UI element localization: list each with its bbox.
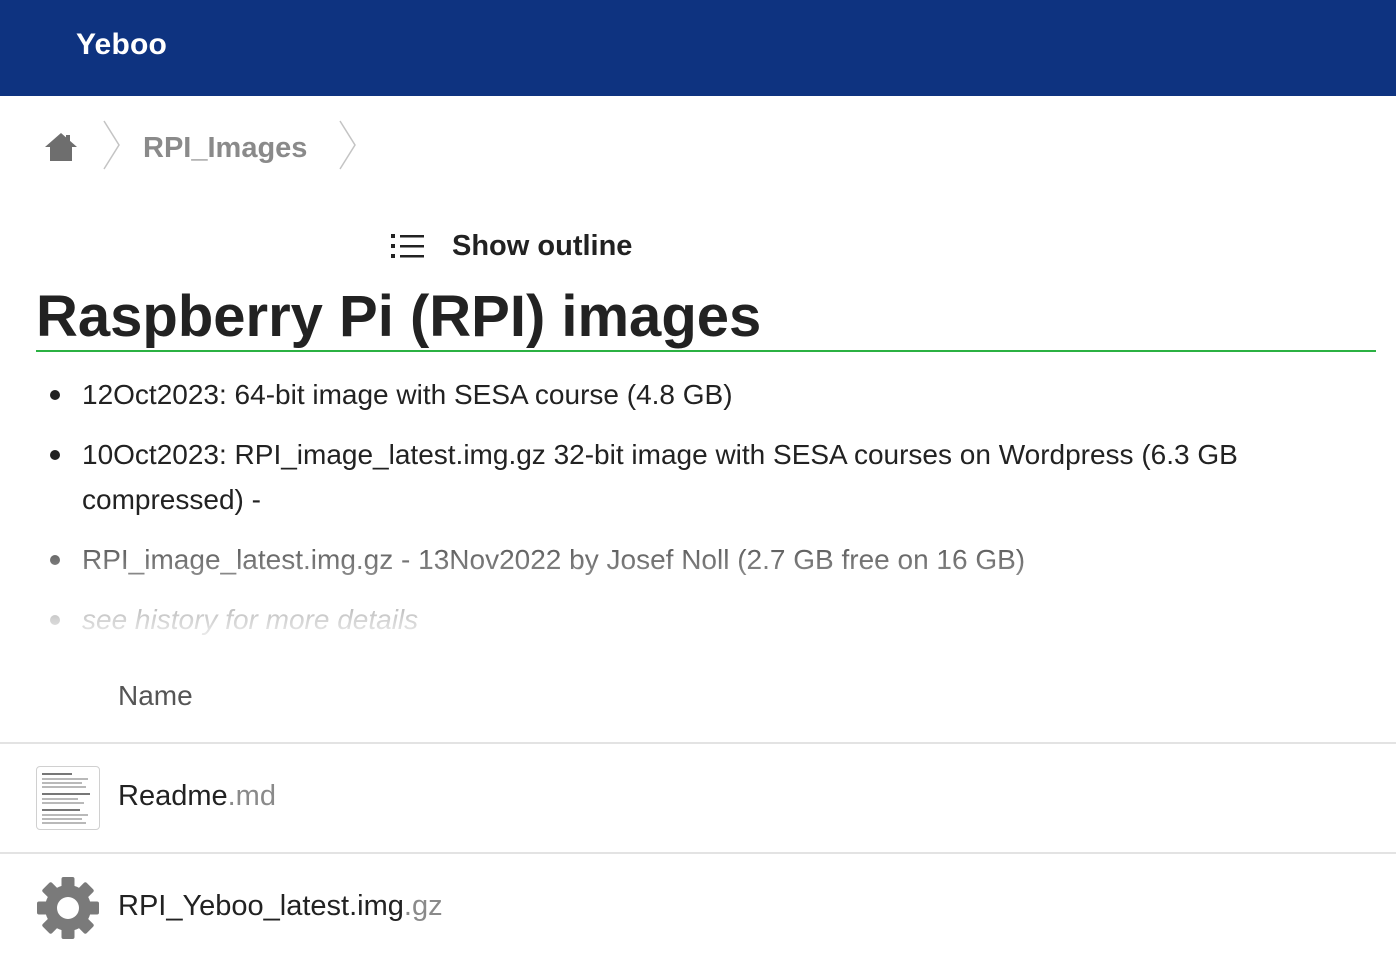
document-thumbnail <box>36 766 100 830</box>
brand-logo-link[interactable]: Yeboo <box>76 28 167 62</box>
file-base-name: Readme <box>118 780 228 812</box>
file-base-name: RPI_Yeboo_latest.img <box>118 890 404 922</box>
file-extension: .md <box>227 780 276 812</box>
list-icon <box>391 234 424 258</box>
list-item: 12Oct2023: 64-bit image with SESA course… <box>0 372 1396 417</box>
chevron-right-icon <box>103 120 120 170</box>
top-bar: Yeboo <box>0 0 1396 96</box>
file-list-header: Name <box>0 660 1396 744</box>
file-name: RPI_Yeboo_latest.img.gz <box>118 890 443 923</box>
list-item: see history for more details <box>0 597 1396 642</box>
readme-title: Raspberry Pi (RPI) images <box>36 284 1376 352</box>
gear-icon <box>37 877 99 939</box>
table-row[interactable]: Readme.md <box>0 744 1396 854</box>
chevron-right-icon <box>339 120 356 170</box>
readme-list: 12Oct2023: 64-bit image with SESA course… <box>0 372 1396 644</box>
breadcrumb: RPI_Images <box>0 96 1396 206</box>
home-icon[interactable] <box>44 132 78 162</box>
show-outline-label: Show outline <box>452 229 633 262</box>
list-item: RPI_image_latest.img.gz - 13Nov2022 by J… <box>0 537 1396 582</box>
file-name: Readme.md <box>118 780 276 813</box>
column-header-name[interactable]: Name <box>118 680 193 712</box>
show-outline-button[interactable]: Show outline <box>390 224 632 268</box>
breadcrumb-item-rpi-images[interactable]: RPI_Images <box>143 132 307 165</box>
list-item: 10Oct2023: RPI_image_latest.img.gz 32-bi… <box>0 432 1396 522</box>
table-row[interactable]: RPI_Yeboo_latest.img.gz <box>0 854 1396 962</box>
file-extension: .gz <box>403 890 443 922</box>
